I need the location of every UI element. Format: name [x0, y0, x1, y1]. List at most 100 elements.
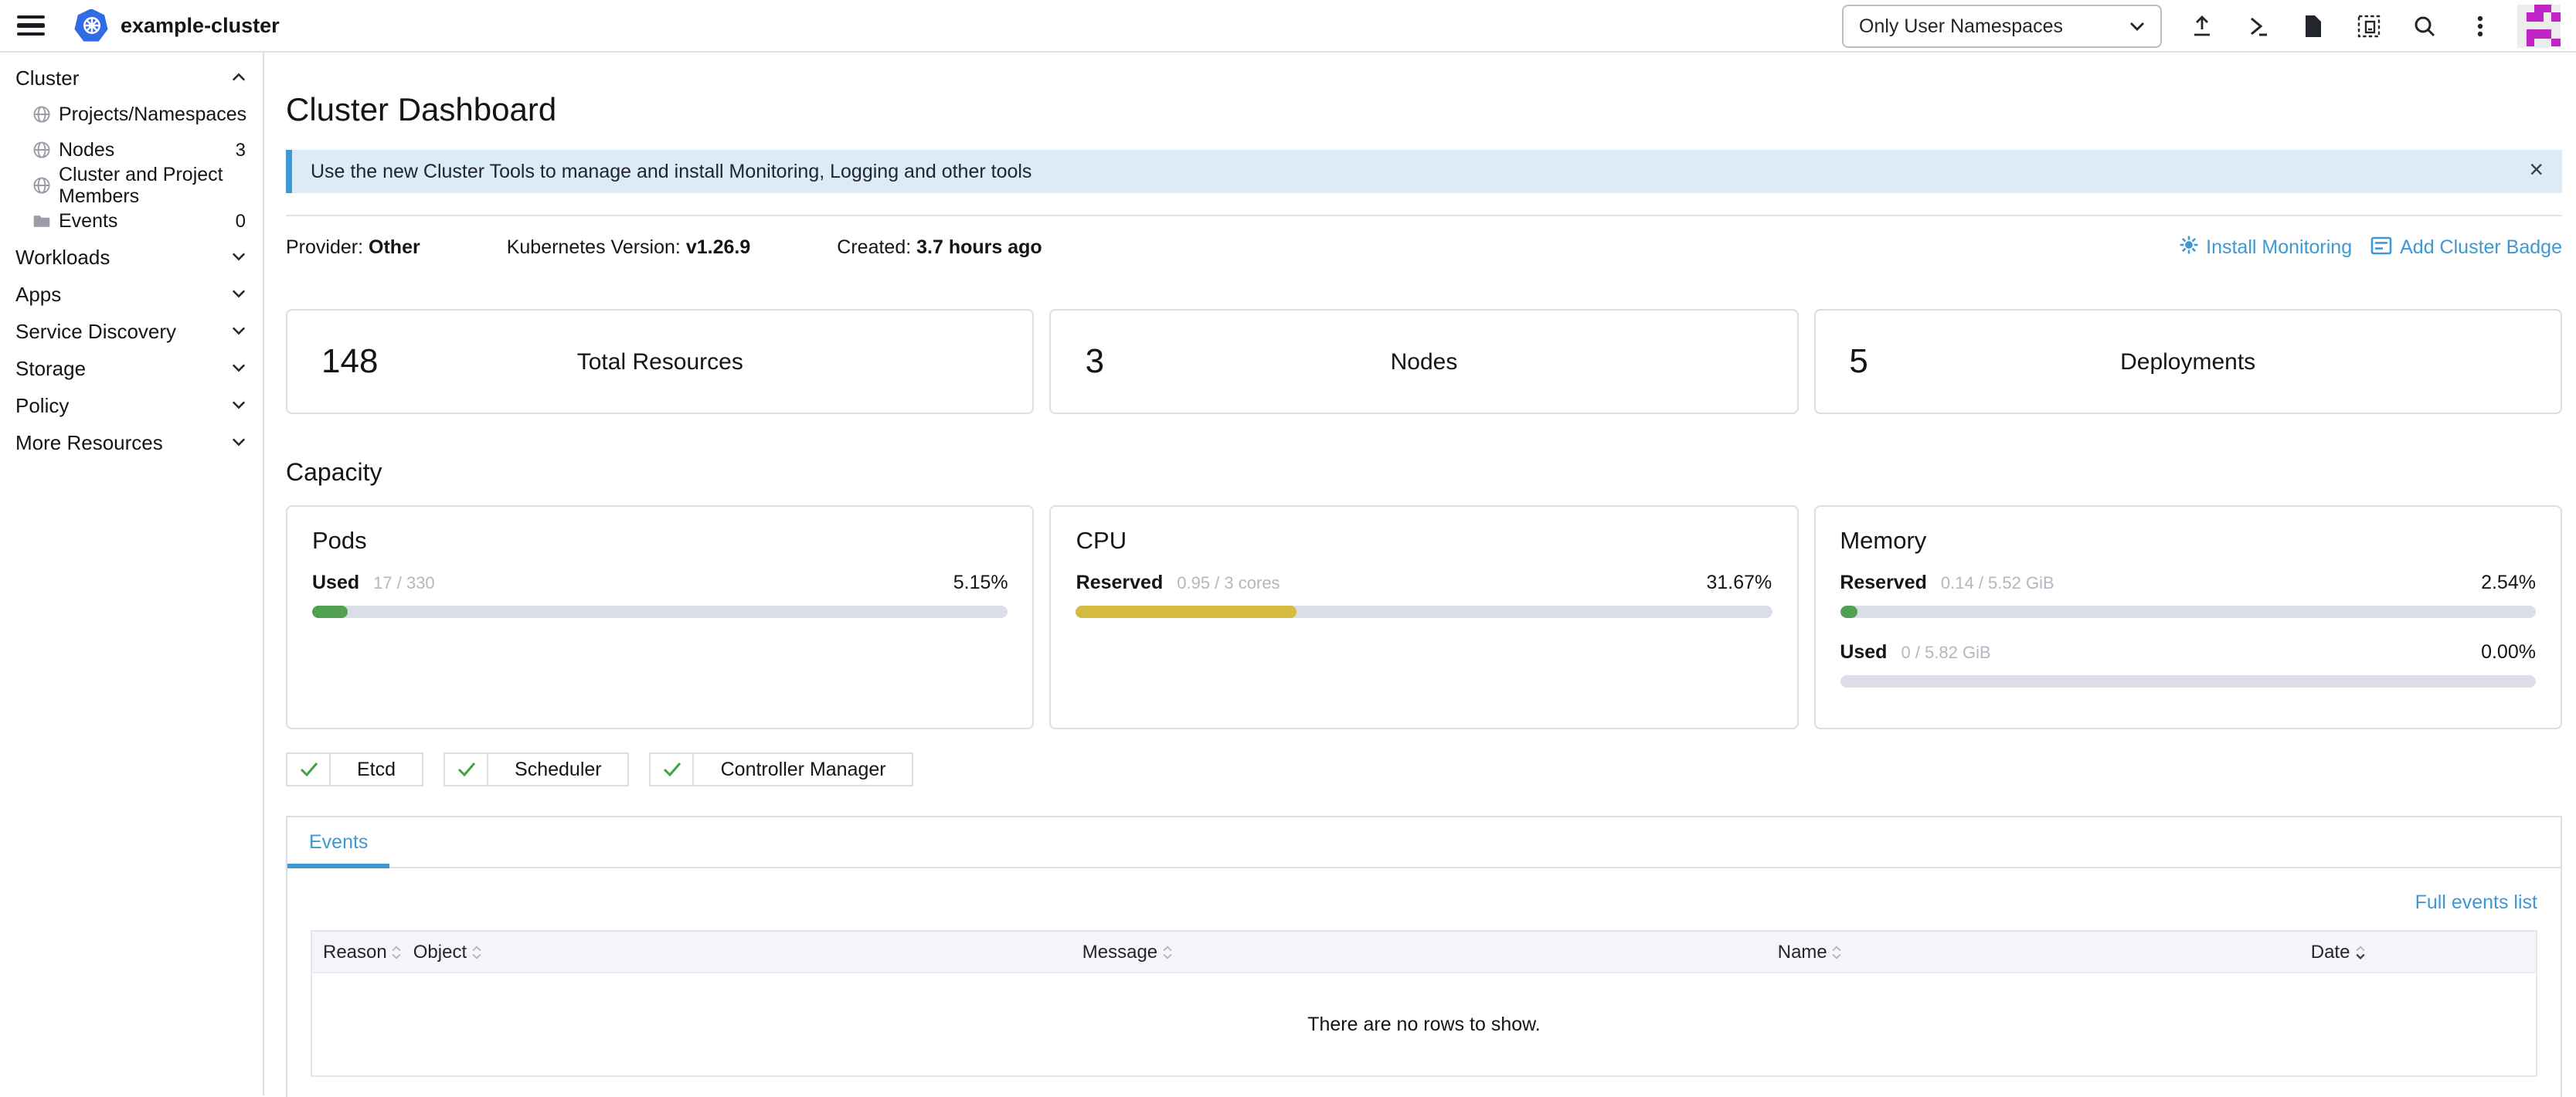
kubectl-shell-icon[interactable] — [2230, 4, 2285, 47]
events-count-badge: 0 — [236, 209, 246, 231]
cpu-reserved-metric: Reserved 0.95 / 3 cores 31.67% — [1076, 572, 1772, 618]
cluster-name: example-cluster — [121, 14, 280, 37]
full-events-list-link[interactable]: Full events list — [2415, 892, 2537, 913]
capacity-card-memory: Memory Reserved 0.14 / 5.52 GiB 2.54% — [1813, 505, 2562, 729]
sort-icon — [1162, 945, 1173, 959]
empty-state-row: There are no rows to show. — [311, 973, 2537, 1076]
sidebar-item-cluster-project-members[interactable]: Cluster and Project Members — [0, 167, 263, 202]
globe-icon — [32, 104, 51, 123]
copy-kubeconfig-icon[interactable] — [2341, 4, 2397, 47]
empty-state-text: There are no rows to show. — [311, 973, 2537, 1076]
folder-icon — [32, 211, 51, 229]
sidebar-group-service-discovery[interactable]: Service Discovery — [0, 312, 263, 349]
banner-text: Use the new Cluster Tools to manage and … — [311, 161, 1031, 182]
events-table-header-row: Reason Object — [311, 931, 2537, 973]
column-header-date[interactable]: Date — [2300, 931, 2537, 973]
download-yaml-icon[interactable] — [2285, 4, 2341, 47]
sort-icon-active-desc — [2354, 945, 2365, 959]
glance-created: Created: 3.7 hours ago — [837, 236, 1042, 258]
check-icon — [287, 754, 331, 785]
app-viewport: example-cluster Only User Namespaces — [0, 0, 2576, 1097]
tab-events[interactable]: Events — [287, 817, 389, 867]
sidebar-group-apps[interactable]: Apps — [0, 275, 263, 312]
capacity-card-cpu: CPU Reserved 0.95 / 3 cores 31.67% — [1050, 505, 1799, 729]
chevron-up-icon — [232, 73, 246, 82]
etcd-status-badge: Etcd — [286, 752, 423, 786]
stat-label: Deployments — [2120, 348, 2255, 375]
sidebar-group-policy[interactable]: Policy — [0, 386, 263, 423]
stat-value: 5 — [1849, 341, 1868, 382]
install-monitoring-link[interactable]: Install Monitoring — [2178, 235, 2352, 260]
namespace-filter-value: Only User Namespaces — [1859, 15, 2063, 36]
top-bar: example-cluster Only User Namespaces — [0, 0, 2576, 53]
globe-icon — [32, 140, 51, 158]
sidebar-item-events[interactable]: Events 0 — [0, 202, 263, 238]
events-panel: Events Full events list Reason — [286, 816, 2562, 1097]
sidebar-group-cluster[interactable]: Cluster — [0, 59, 263, 96]
chevron-down-icon — [232, 326, 246, 335]
pods-used-bar — [312, 606, 1008, 618]
check-icon — [651, 754, 695, 785]
page-title: Cluster Dashboard — [286, 93, 2562, 130]
chevron-down-icon — [232, 252, 246, 261]
sort-icon — [1832, 945, 1843, 959]
globe-icon — [32, 175, 51, 194]
search-icon[interactable] — [2397, 4, 2452, 47]
cpu-reserved-bar — [1076, 606, 1772, 618]
stat-label: Nodes — [1391, 348, 1458, 375]
banner-close-icon[interactable]: × — [2529, 159, 2544, 184]
chevron-down-icon — [232, 437, 246, 447]
namespace-filter-select[interactable]: Only User Namespaces — [1842, 4, 2162, 47]
stat-card-nodes: 3 Nodes — [1050, 309, 1799, 414]
import-yaml-icon[interactable] — [2174, 4, 2230, 47]
check-icon — [445, 754, 488, 785]
component-status-row: Etcd Scheduler Controller Manager — [286, 752, 2562, 786]
sidebar-group-workloads[interactable]: Workloads — [0, 238, 263, 275]
sidebar-nav: Cluster Projects/Namespaces — [0, 53, 264, 1095]
column-header-object[interactable]: Object — [403, 931, 1072, 973]
glance-kubernetes-version: Kubernetes Version: v1.26.9 — [507, 236, 751, 258]
memory-reserved-bar — [1840, 606, 2536, 618]
capacity-row: Pods Used 17 / 330 5.15% CPU — [286, 505, 2562, 729]
sort-icon — [471, 945, 482, 959]
events-table: Reason Object — [311, 930, 2537, 1077]
events-tabs-bar: Events — [287, 817, 2561, 868]
stat-label: Total Resources — [577, 348, 743, 375]
kebab-menu-icon[interactable] — [2452, 4, 2508, 47]
chevron-down-icon — [2129, 21, 2145, 30]
chevron-down-icon — [232, 289, 246, 298]
stat-value: 3 — [1086, 341, 1105, 382]
stats-row: 148 Total Resources 3 Nodes 5 Deployment… — [286, 309, 2562, 414]
kubernetes-logo-icon — [74, 8, 108, 42]
divider — [286, 215, 2562, 216]
memory-reserved-metric: Reserved 0.14 / 5.52 GiB 2.54% — [1840, 572, 2536, 618]
sidebar-group-storage[interactable]: Storage — [0, 349, 263, 386]
cluster-tools-banner: Use the new Cluster Tools to manage and … — [286, 150, 2562, 193]
nodes-count-badge: 3 — [236, 138, 246, 160]
stat-card-deployments: 5 Deployments — [1813, 309, 2562, 414]
column-header-reason[interactable]: Reason — [311, 931, 403, 973]
glance-provider: Provider: Other — [286, 236, 420, 258]
controller-manager-status-badge: Controller Manager — [650, 752, 914, 786]
column-header-name[interactable]: Name — [1767, 931, 2300, 973]
memory-used-metric: Used 0 / 5.82 GiB 0.00% — [1840, 641, 2536, 688]
glance-row: Provider: Other Kubernetes Version: v1.2… — [286, 235, 2562, 260]
gear-icon — [2178, 235, 2198, 260]
pods-used-metric: Used 17 / 330 5.15% — [312, 572, 1008, 618]
stat-card-total-resources: 148 Total Resources — [286, 309, 1035, 414]
chevron-down-icon — [232, 400, 246, 409]
chevron-down-icon — [232, 363, 246, 372]
hamburger-menu-icon[interactable] — [17, 15, 45, 36]
sidebar-item-nodes[interactable]: Nodes 3 — [0, 131, 263, 167]
sidebar-item-projects-namespaces[interactable]: Projects/Namespaces — [0, 96, 263, 131]
capacity-heading: Capacity — [286, 460, 2562, 488]
add-cluster-badge-link[interactable]: Add Cluster Badge — [2370, 236, 2562, 259]
scheduler-status-badge: Scheduler — [443, 752, 630, 786]
stat-value: 148 — [321, 341, 378, 382]
column-header-message[interactable]: Message — [1072, 931, 1767, 973]
sidebar-group-more-resources[interactable]: More Resources — [0, 423, 263, 460]
user-avatar[interactable] — [2517, 4, 2561, 47]
sort-icon — [392, 945, 403, 959]
badge-icon — [2370, 236, 2392, 259]
main-content: Cluster Dashboard Use the new Cluster To… — [264, 53, 2576, 1095]
